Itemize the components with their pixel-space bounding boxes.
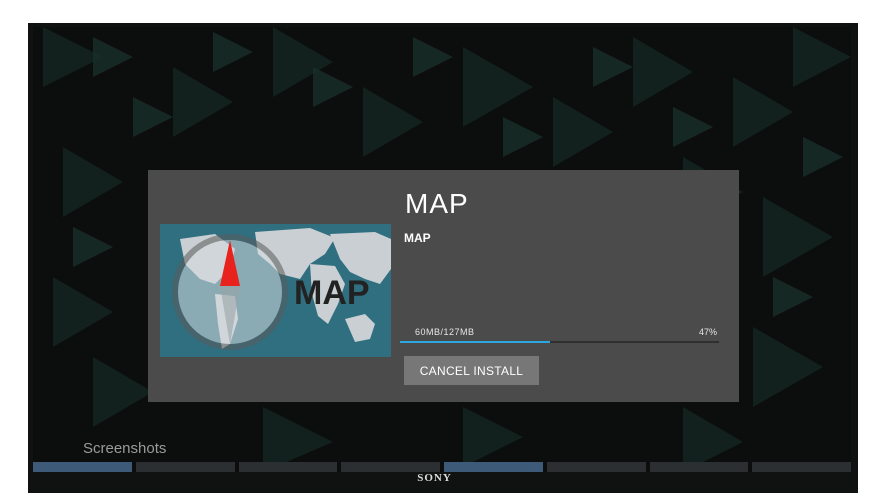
screenshot-thumb[interactable] [546,462,646,472]
screenshot-thumb[interactable] [649,462,749,472]
download-size-text: 60MB/127MB [415,327,475,337]
screenshot-thumb[interactable] [33,462,132,472]
screenshots-heading: Screenshots [83,440,167,457]
app-subtitle: MAP [404,231,431,245]
cancel-install-button[interactable]: CANCEL INSTALL [404,356,539,385]
progress-fill [400,341,550,343]
screenshot-thumb[interactable] [752,462,851,472]
screenshot-thumb[interactable] [238,462,338,472]
app-thumbnail: MAP [160,224,391,357]
progress-track [400,341,719,343]
download-percent-text: 47% [698,327,717,337]
screenshot-thumb[interactable] [444,462,543,472]
compass-world-map-icon: MAP [160,224,391,357]
screenshot-thumb[interactable] [135,462,235,472]
install-progress-dialog: MAP MAP MAP 60MB/127MB 47% CANCEL INSTAL… [148,170,739,402]
sony-logo: SONY [417,472,452,484]
screenshots-strip[interactable] [33,462,851,472]
thumbnail-label: MAP [294,274,370,312]
tv-screen: MAP MAP MAP 60MB/127MB 47% CANCEL INSTAL… [33,27,851,472]
app-title: MAP [405,188,469,219]
screenshot-thumb[interactable] [341,462,440,472]
